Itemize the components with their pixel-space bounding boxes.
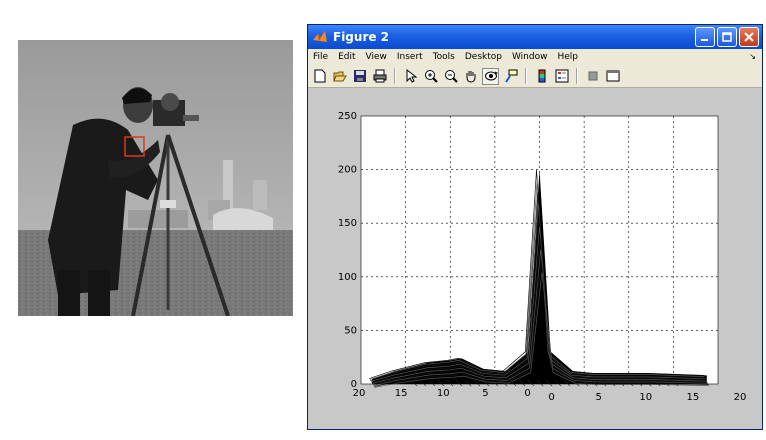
- print-icon: [373, 69, 386, 83]
- cameraman-image: [18, 40, 293, 316]
- close-icon: [744, 32, 754, 42]
- z-tick-label: 100: [338, 272, 357, 283]
- menu-bar: File Edit View Insert Tools Desktop Wind…: [308, 49, 762, 65]
- window-title: Figure 2: [333, 30, 390, 44]
- rotate-3d-icon: [484, 71, 498, 81]
- toolbar-separator: [394, 68, 396, 84]
- z-tick-label: 150: [338, 218, 357, 229]
- new-figure-icon: [314, 69, 325, 83]
- edit-plot-arrow-icon: [406, 69, 417, 83]
- menu-tools[interactable]: Tools: [428, 52, 460, 62]
- title-bar[interactable]: Figure 2: [308, 25, 762, 49]
- pan-button[interactable]: [462, 68, 479, 85]
- menu-file[interactable]: File: [308, 52, 333, 62]
- maximize-icon: [722, 32, 732, 42]
- x-tick-label-left: 5: [482, 388, 488, 399]
- x-tick-label-right: 5: [595, 392, 601, 403]
- figure-toolbar: [308, 65, 762, 88]
- print-button[interactable]: [371, 68, 388, 85]
- new-figure-button[interactable]: [311, 68, 328, 85]
- menu-view[interactable]: View: [361, 52, 392, 62]
- z-tick-label: 50: [344, 325, 357, 336]
- hide-plot-tools-icon: [588, 71, 597, 81]
- maximize-button[interactable]: [717, 27, 737, 47]
- toolbar-separator: [576, 68, 578, 84]
- x-tick-label-left: 15: [395, 388, 408, 399]
- colorbar-icon: [538, 69, 545, 83]
- zoom-out-button[interactable]: [442, 68, 459, 85]
- legend-icon: [555, 69, 568, 83]
- show-plot-tools-icon: [606, 70, 619, 82]
- menu-help[interactable]: Help: [552, 52, 583, 62]
- x-tick-label-left: 0: [524, 388, 530, 399]
- toolbar-separator: [525, 68, 527, 84]
- minimize-icon: [701, 39, 708, 41]
- open-file-button[interactable]: [331, 68, 348, 85]
- data-cursor-icon: [504, 69, 517, 83]
- save-button[interactable]: [351, 68, 368, 85]
- minimize-button[interactable]: [695, 27, 715, 47]
- hide-plot-tools-button[interactable]: [584, 68, 601, 85]
- plot-area: 0 50 100 150 200 250 20 15 10 5 0 0 5 10 15 20: [308, 88, 762, 429]
- x-tick-label-right: 0: [548, 392, 554, 403]
- legend-button[interactable]: [553, 68, 570, 85]
- show-plot-tools-button[interactable]: [604, 68, 621, 85]
- menu-window[interactable]: Window: [507, 52, 553, 62]
- zoom-in-icon: [424, 70, 438, 83]
- x-tick-label-left: 20: [353, 388, 366, 399]
- rotate-3d-button[interactable]: [482, 67, 499, 85]
- matlab-logo-icon: [313, 31, 327, 42]
- menu-desktop[interactable]: Desktop: [460, 52, 507, 62]
- data-cursor-button[interactable]: [502, 68, 519, 85]
- menu-edit[interactable]: Edit: [333, 52, 360, 62]
- zoom-in-button[interactable]: [422, 68, 439, 85]
- save-icon: [353, 70, 366, 82]
- z-tick-label: 200: [338, 165, 357, 176]
- edit-plot-button[interactable]: [402, 68, 419, 85]
- pan-hand-icon: [466, 71, 475, 83]
- zoom-out-icon: [444, 70, 458, 83]
- x-tick-label-right: 10: [639, 392, 652, 403]
- menu-insert[interactable]: Insert: [392, 52, 428, 62]
- dock-arrow-icon[interactable]: ↘: [749, 52, 756, 61]
- x-tick-label-left: 10: [437, 388, 450, 399]
- figure-window: Figure 2 File Edit View Insert Tools Des…: [307, 24, 763, 430]
- colorbar-button[interactable]: [533, 68, 550, 85]
- x-tick-label-right: 15: [687, 392, 700, 403]
- x-tick-label-right: 20: [734, 392, 747, 403]
- z-tick-label: 250: [338, 111, 357, 122]
- open-file-icon: [332, 71, 347, 82]
- mesh-chart[interactable]: 05010015020025020 15 10 5 0 0 5 10 15 20: [308, 88, 762, 429]
- close-button[interactable]: [739, 27, 759, 47]
